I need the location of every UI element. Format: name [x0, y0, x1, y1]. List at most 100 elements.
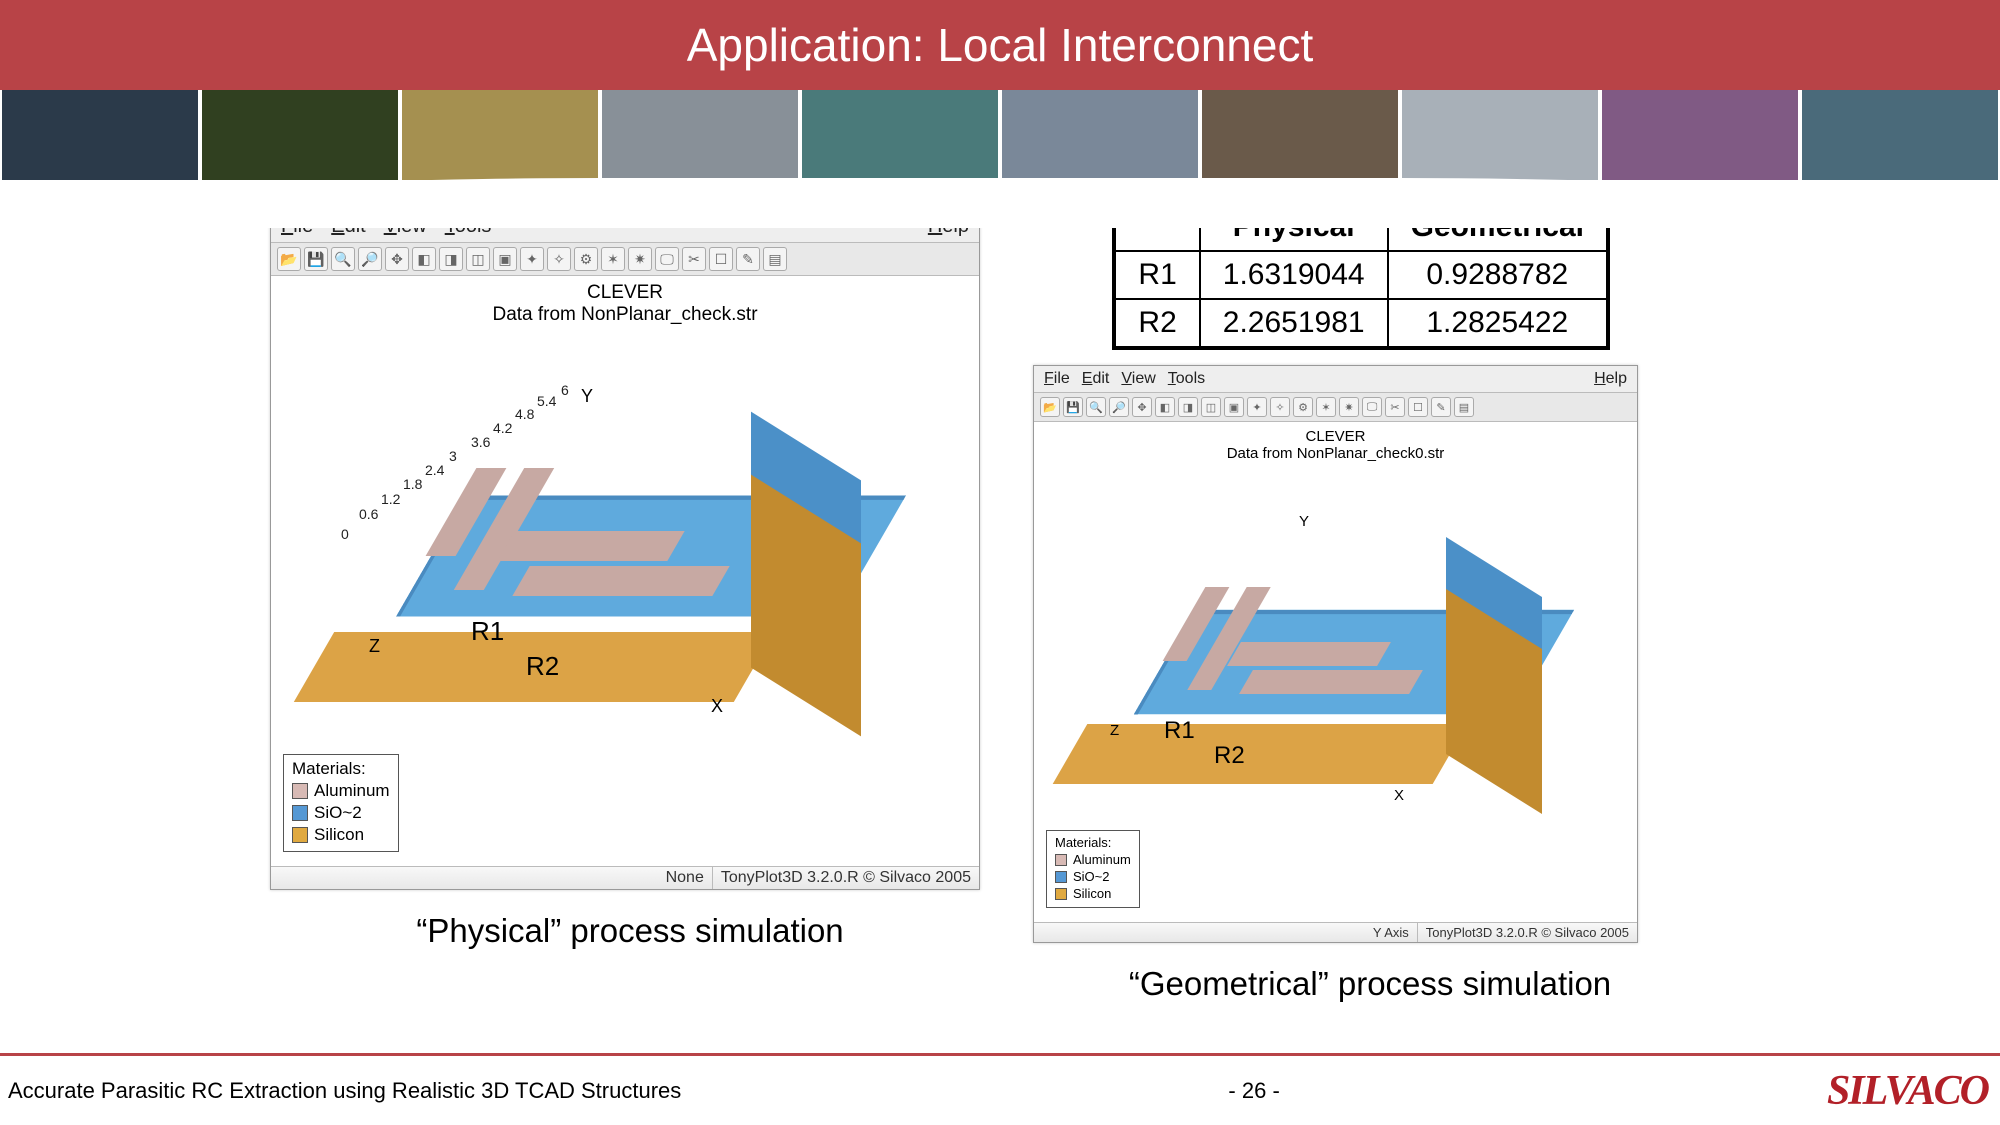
z-axis-label: Z [1110, 722, 1119, 739]
menu-view[interactable]: View [1121, 370, 1155, 388]
silvaco-logo: SILVACO [1827, 1067, 1988, 1115]
cube2-icon[interactable]: ◨ [439, 247, 463, 271]
metal-trace [512, 566, 729, 596]
open-icon[interactable]: 📂 [277, 247, 301, 271]
menu-bar: File Edit View Tools Help [1034, 366, 1637, 393]
table-cell: 2.2651981 [1200, 299, 1388, 348]
plot-title-2: Data from NonPlanar_check0.str [1034, 445, 1637, 462]
table-row: R2 2.2651981 1.2825422 [1114, 299, 1608, 348]
menu-file[interactable]: File [1044, 370, 1070, 388]
y-tick: 4.8 [515, 406, 534, 422]
menu-edit[interactable]: Edit [1082, 370, 1110, 388]
tool2-icon[interactable]: ✧ [547, 247, 571, 271]
legend-row: Aluminum [1055, 852, 1131, 867]
z-axis-label: Z [369, 636, 380, 657]
tool3-icon[interactable]: ⚙ [1293, 397, 1313, 417]
zoom-in-icon[interactable]: 🔍 [331, 247, 355, 271]
tool2-icon[interactable]: ✧ [1270, 397, 1290, 417]
legend-row: Silicon [1055, 886, 1131, 901]
cube2-icon[interactable]: ◨ [1178, 397, 1198, 417]
wireframe-icon[interactable]: ◫ [1201, 397, 1221, 417]
tool6-icon[interactable]: ✎ [1431, 397, 1451, 417]
legend-label: SiO~2 [314, 803, 362, 823]
swatch-silicon [1055, 888, 1067, 900]
3d-structure: R1 R2 X Y Z 0 0.6 1.2 1.8 2.4 3 3.6 4.2 … [321, 376, 931, 826]
plot-titles: CLEVER Data from NonPlanar_check.str [271, 282, 979, 326]
table-cell: R1 [1114, 251, 1199, 299]
tool7-icon[interactable]: ▤ [1454, 397, 1474, 417]
swatch-aluminum [1055, 854, 1067, 866]
r1-label: R1 [471, 616, 504, 647]
swatch-aluminum [292, 783, 308, 799]
box-icon[interactable]: ☐ [1408, 397, 1428, 417]
open-icon[interactable]: 📂 [1040, 397, 1060, 417]
legend-row: SiO~2 [292, 803, 390, 823]
iso-render [321, 376, 931, 826]
zoom-out-icon[interactable]: 🔎 [1109, 397, 1129, 417]
fit-icon[interactable]: ✥ [1132, 397, 1152, 417]
strip-tile [800, 90, 1000, 180]
strip-tile [1600, 90, 1800, 180]
strip-tile [1000, 90, 1200, 180]
geometrical-sim-window: File Edit View Tools Help 📂 💾 🔍 🔎 ✥ ◧ ◨ … [1033, 365, 1638, 943]
tool5-icon[interactable]: ✷ [1339, 397, 1359, 417]
tool4-icon[interactable]: ✶ [1316, 397, 1336, 417]
legend-label: SiO~2 [1073, 869, 1110, 884]
display-icon[interactable]: 🖵 [1362, 397, 1382, 417]
tool7-icon[interactable]: ▤ [763, 247, 787, 271]
menu-help[interactable]: Help [1594, 370, 1627, 388]
cube-icon[interactable]: ◧ [412, 247, 436, 271]
strip-tile [0, 90, 200, 180]
metal-trace [1227, 642, 1391, 666]
materials-legend: Materials: Aluminum SiO~2 Silicon [1046, 830, 1140, 908]
decorative-curve [0, 178, 2000, 228]
slide-title-bar: Application: Local Interconnect [0, 0, 2000, 90]
zoom-out-icon[interactable]: 🔎 [358, 247, 382, 271]
cut-icon[interactable]: ✂ [682, 247, 706, 271]
legend-label: Aluminum [314, 781, 390, 801]
decorative-image-strip [0, 90, 2000, 180]
table-row: R1 1.6319044 0.9288782 [1114, 251, 1608, 299]
legend-row: Aluminum [292, 781, 390, 801]
fit-icon[interactable]: ✥ [385, 247, 409, 271]
metal-trace [497, 531, 684, 561]
y-tick: 3.6 [471, 434, 490, 450]
y-axis-label: Y [581, 386, 593, 407]
y-tick: 2.4 [425, 462, 444, 478]
tool-icon[interactable]: ✦ [520, 247, 544, 271]
wireframe-icon[interactable]: ◫ [466, 247, 490, 271]
legend-row: SiO~2 [1055, 869, 1131, 884]
solid-icon[interactable]: ▣ [1224, 397, 1244, 417]
plot-title-1: CLEVER [271, 282, 979, 304]
menu-spacer [1217, 370, 1582, 388]
tool3-icon[interactable]: ⚙ [574, 247, 598, 271]
materials-legend: Materials: Aluminum SiO~2 Silicon [283, 754, 399, 852]
right-column: Physical Geometrical R1 1.6319044 0.9288… [1030, 210, 1910, 1003]
left-caption: “Physical” process simulation [270, 912, 990, 950]
y-tick: 0.6 [359, 506, 378, 522]
zoom-in-icon[interactable]: 🔍 [1086, 397, 1106, 417]
table-cell: 0.9288782 [1388, 251, 1608, 299]
legend-row: Silicon [292, 825, 390, 845]
save-icon[interactable]: 💾 [1063, 397, 1083, 417]
table-cell: 1.6319044 [1200, 251, 1388, 299]
cut-icon[interactable]: ✂ [1385, 397, 1405, 417]
x-axis-label: X [1394, 787, 1404, 804]
page-number: - 26 - [681, 1078, 1827, 1104]
y-tick: 1.2 [381, 491, 400, 507]
menu-tools[interactable]: Tools [1168, 370, 1205, 388]
tool-icon[interactable]: ✦ [1247, 397, 1267, 417]
solid-icon[interactable]: ▣ [493, 247, 517, 271]
strip-tile [1200, 90, 1400, 180]
tool5-icon[interactable]: ✷ [628, 247, 652, 271]
box-icon[interactable]: ☐ [709, 247, 733, 271]
legend-title: Materials: [292, 759, 390, 779]
cube-icon[interactable]: ◧ [1155, 397, 1175, 417]
status-left: Y Axis [1034, 923, 1417, 942]
display-icon[interactable]: 🖵 [655, 247, 679, 271]
tool4-icon[interactable]: ✶ [601, 247, 625, 271]
strip-tile [600, 90, 800, 180]
save-icon[interactable]: 💾 [304, 247, 328, 271]
tool6-icon[interactable]: ✎ [736, 247, 760, 271]
swatch-sio2 [292, 805, 308, 821]
